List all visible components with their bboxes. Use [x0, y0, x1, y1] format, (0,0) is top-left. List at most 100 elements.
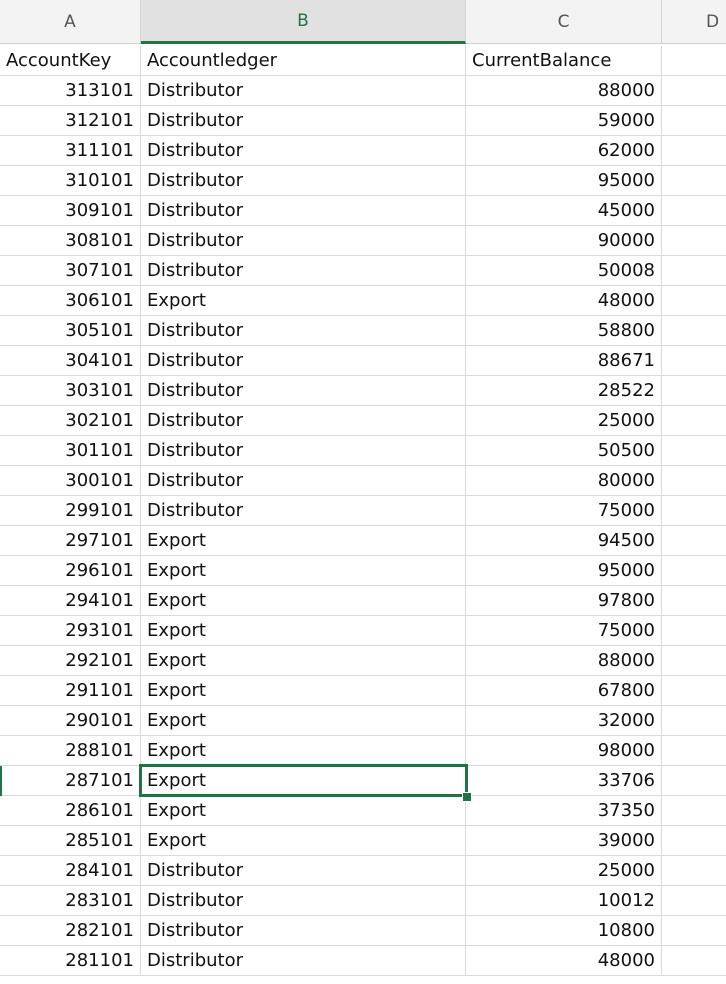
cell-accountledger[interactable]: Export	[141, 766, 466, 796]
cell-accountledger[interactable]: Export	[141, 736, 466, 766]
cell-d-empty[interactable]	[662, 586, 726, 616]
cell-accountkey[interactable]: 290101	[0, 706, 141, 736]
cell-currentbalance[interactable]: 75000	[466, 616, 662, 646]
cell-d-empty[interactable]	[662, 226, 726, 256]
cell-accountledger[interactable]: Distributor	[141, 886, 466, 916]
cell-d-empty[interactable]	[662, 496, 726, 526]
cell-accountkey[interactable]: 281101	[0, 946, 141, 976]
cell-accountkey[interactable]: 285101	[0, 826, 141, 856]
cell-accountledger[interactable]: Distributor	[141, 376, 466, 406]
cell-accountledger[interactable]: Distributor	[141, 196, 466, 226]
cell-accountledger[interactable]: Distributor	[141, 436, 466, 466]
cell-accountledger[interactable]: Export	[141, 286, 466, 316]
cell-accountkey[interactable]: 287101	[0, 766, 141, 796]
cell-d-empty[interactable]	[662, 556, 726, 586]
cell-currentbalance[interactable]: 45000	[466, 196, 662, 226]
cell-d-empty[interactable]	[662, 826, 726, 856]
cell-d-empty[interactable]	[662, 76, 726, 106]
cell-accountkey[interactable]: 292101	[0, 646, 141, 676]
cell-accountledger[interactable]: Distributor	[141, 916, 466, 946]
cell-accountledger[interactable]: Distributor	[141, 226, 466, 256]
cell-currentbalance[interactable]: 37350	[466, 796, 662, 826]
cell-accountledger[interactable]: Distributor	[141, 496, 466, 526]
cell-accountkey[interactable]: 296101	[0, 556, 141, 586]
cell-d-empty[interactable]	[662, 676, 726, 706]
cell-currentbalance[interactable]: 48000	[466, 286, 662, 316]
cell-accountkey[interactable]: 309101	[0, 196, 141, 226]
cell-accountkey[interactable]: 306101	[0, 286, 141, 316]
cell-header-d-empty[interactable]	[662, 46, 726, 76]
cell-d-empty[interactable]	[662, 856, 726, 886]
cell-accountkey[interactable]: 310101	[0, 166, 141, 196]
cell-accountkey[interactable]: 297101	[0, 526, 141, 556]
cell-accountledger[interactable]: Export	[141, 586, 466, 616]
cell-accountledger[interactable]: Distributor	[141, 856, 466, 886]
cell-currentbalance[interactable]: 98000	[466, 736, 662, 766]
cell-accountledger[interactable]: Distributor	[141, 406, 466, 436]
cell-d-empty[interactable]	[662, 286, 726, 316]
cell-accountledger[interactable]: Distributor	[141, 946, 466, 976]
cell-accountledger[interactable]: Export	[141, 556, 466, 586]
cell-accountledger[interactable]: Export	[141, 796, 466, 826]
cell-accountkey[interactable]: 283101	[0, 886, 141, 916]
cell-currentbalance[interactable]: 39000	[466, 826, 662, 856]
cell-accountkey[interactable]: 288101	[0, 736, 141, 766]
cell-currentbalance[interactable]: 97800	[466, 586, 662, 616]
cell-currentbalance[interactable]: 10800	[466, 916, 662, 946]
cell-accountledger[interactable]: Export	[141, 826, 466, 856]
cell-accountkey[interactable]: 294101	[0, 586, 141, 616]
cell-currentbalance[interactable]: 50500	[466, 436, 662, 466]
cell-accountledger[interactable]: Export	[141, 646, 466, 676]
cell-currentbalance[interactable]: 80000	[466, 466, 662, 496]
cell-accountledger[interactable]: Distributor	[141, 256, 466, 286]
cell-currentbalance[interactable]: 28522	[466, 376, 662, 406]
cell-d-empty[interactable]	[662, 646, 726, 676]
cell-currentbalance[interactable]: 75000	[466, 496, 662, 526]
cell-accountkey[interactable]: 302101	[0, 406, 141, 436]
cell-accountledger[interactable]: Distributor	[141, 466, 466, 496]
cell-currentbalance[interactable]: 90000	[466, 226, 662, 256]
cell-currentbalance[interactable]: 95000	[466, 556, 662, 586]
cell-d-empty[interactable]	[662, 946, 726, 976]
cell-currentbalance[interactable]: 10012	[466, 886, 662, 916]
cell-accountledger[interactable]: Distributor	[141, 136, 466, 166]
cell-d-empty[interactable]	[662, 526, 726, 556]
cell-accountledger[interactable]: Distributor	[141, 346, 466, 376]
cell-accountkey[interactable]: 293101	[0, 616, 141, 646]
cell-accountkey[interactable]: 300101	[0, 466, 141, 496]
cell-accountkey[interactable]: 303101	[0, 376, 141, 406]
cell-currentbalance[interactable]: 25000	[466, 406, 662, 436]
cell-accountkey[interactable]: 301101	[0, 436, 141, 466]
cell-accountkey[interactable]: 282101	[0, 916, 141, 946]
cell-currentbalance[interactable]: 67800	[466, 676, 662, 706]
cell-currentbalance[interactable]: 88000	[466, 76, 662, 106]
cell-accountkey[interactable]: 307101	[0, 256, 141, 286]
cell-d-empty[interactable]	[662, 616, 726, 646]
cell-d-empty[interactable]	[662, 886, 726, 916]
cell-accountledger[interactable]: Distributor	[141, 106, 466, 136]
cell-d-empty[interactable]	[662, 196, 726, 226]
cell-currentbalance[interactable]: 48000	[466, 946, 662, 976]
cell-d-empty[interactable]	[662, 136, 726, 166]
cell-accountledger[interactable]: Distributor	[141, 76, 466, 106]
cell-accountledger[interactable]: Export	[141, 706, 466, 736]
cell-d-empty[interactable]	[662, 736, 726, 766]
cell-accountkey[interactable]: 286101	[0, 796, 141, 826]
cell-d-empty[interactable]	[662, 916, 726, 946]
column-header-c[interactable]: C	[466, 0, 662, 44]
cell-d-empty[interactable]	[662, 166, 726, 196]
cell-accountkey[interactable]: 305101	[0, 316, 141, 346]
cell-currentbalance[interactable]: 94500	[466, 526, 662, 556]
cell-d-empty[interactable]	[662, 466, 726, 496]
cell-d-empty[interactable]	[662, 436, 726, 466]
cell-currentbalance[interactable]: 58800	[466, 316, 662, 346]
cell-d-empty[interactable]	[662, 346, 726, 376]
column-header-b[interactable]: B	[141, 0, 466, 44]
cell-accountledger[interactable]: Export	[141, 676, 466, 706]
cell-accountledger[interactable]: Export	[141, 526, 466, 556]
cell-currentbalance[interactable]: 32000	[466, 706, 662, 736]
cell-accountledger[interactable]: Distributor	[141, 316, 466, 346]
cell-accountkey[interactable]: 311101	[0, 136, 141, 166]
cell-currentbalance[interactable]: 88000	[466, 646, 662, 676]
cell-d-empty[interactable]	[662, 406, 726, 436]
